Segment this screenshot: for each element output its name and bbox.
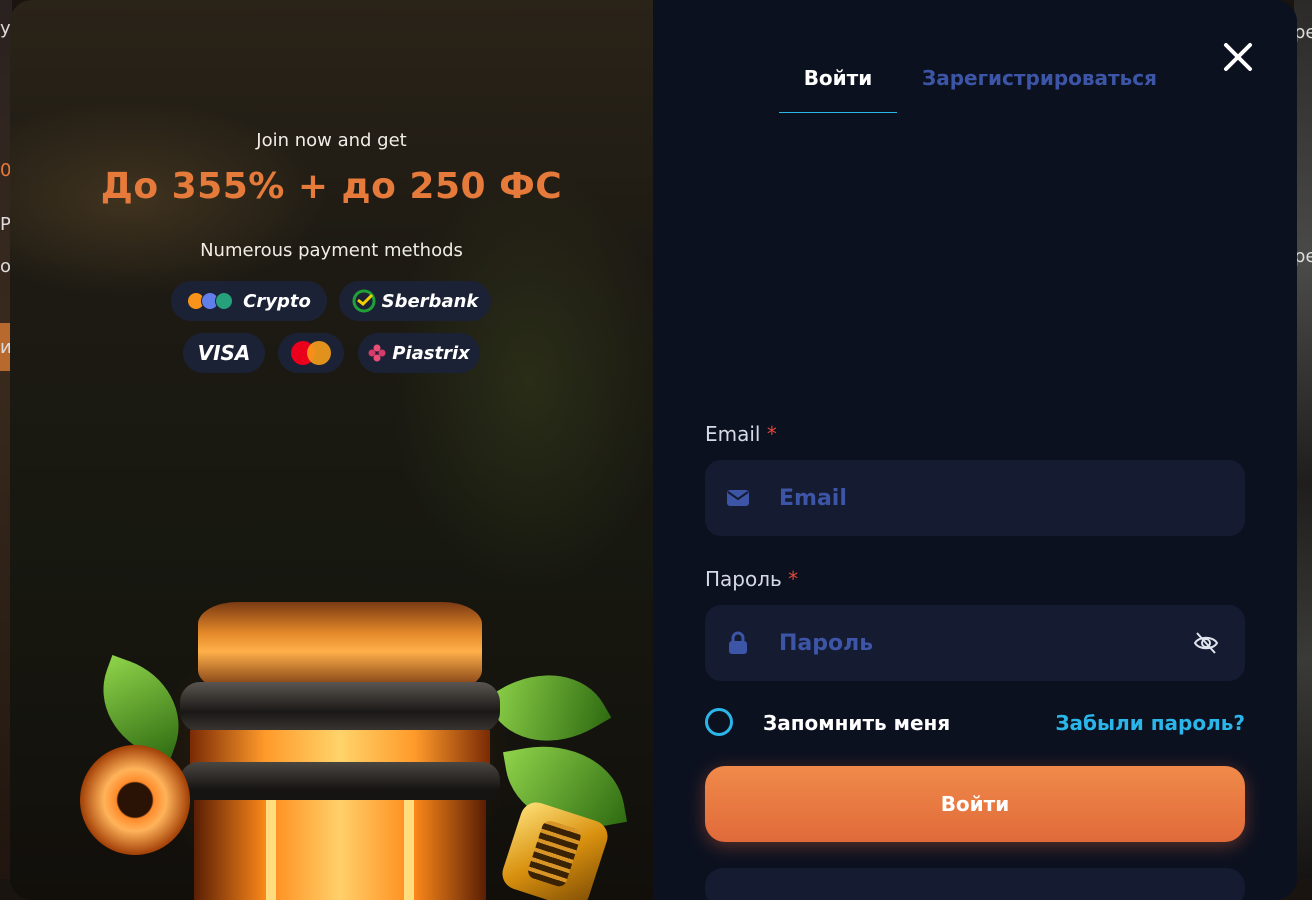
secondary-button[interactable]	[705, 868, 1245, 900]
password-label: Пароль *	[705, 567, 798, 591]
payment-visa-label: VISA	[197, 341, 251, 365]
payment-methods-title: Numerous payment methods	[200, 240, 463, 261]
tether-icon	[215, 292, 234, 310]
password-input[interactable]	[777, 629, 1193, 657]
payment-crypto: Crypto	[171, 281, 327, 321]
close-icon[interactable]	[1221, 40, 1255, 74]
remember-me-label[interactable]: Запомнить меня	[763, 711, 950, 735]
payment-crypto-label: Crypto	[243, 290, 311, 312]
payment-sberbank: Sberbank	[339, 281, 491, 321]
password-field[interactable]	[705, 605, 1245, 681]
payment-visa: VISA	[183, 333, 265, 373]
promo-panel: Join now and get До 355% + до 250 ФС Num…	[10, 0, 653, 900]
required-mark: *	[788, 567, 799, 591]
email-label: Email *	[705, 422, 777, 446]
required-mark: *	[766, 422, 777, 446]
payment-piastrix-label: Piastrix	[392, 342, 470, 364]
forgot-password-link[interactable]: Забыли пароль?	[1055, 711, 1245, 735]
envelope-icon	[727, 487, 749, 509]
login-submit-button[interactable]: Войти	[705, 766, 1245, 842]
treasure-jar-image	[180, 602, 500, 900]
payment-mastercard	[278, 333, 344, 373]
tab-login[interactable]: Войти	[779, 66, 897, 113]
email-label-text: Email	[705, 422, 761, 446]
email-field[interactable]	[705, 460, 1245, 536]
mastercard-icon	[291, 341, 331, 365]
piastrix-icon	[368, 344, 386, 362]
password-label-text: Пароль	[705, 567, 782, 591]
sberbank-icon	[352, 289, 376, 313]
remember-me-checkbox[interactable]	[705, 708, 733, 736]
eye-off-icon[interactable]	[1193, 630, 1219, 656]
auth-modal: Join now and get До 355% + до 250 ФС Num…	[10, 0, 1297, 900]
lock-icon	[727, 631, 749, 654]
tab-register[interactable]: Зарегистрироваться	[922, 66, 1157, 90]
email-input[interactable]	[777, 484, 1245, 512]
promo-bonus: До 355% + до 250 ФС	[100, 166, 563, 207]
payment-sberbank-label: Sberbank	[381, 290, 479, 312]
payment-piastrix: Piastrix	[358, 333, 480, 373]
promo-subtitle: Join now and get	[256, 130, 407, 151]
login-form-panel: Войти Зарегистрироваться Email * Пароль …	[653, 0, 1297, 900]
